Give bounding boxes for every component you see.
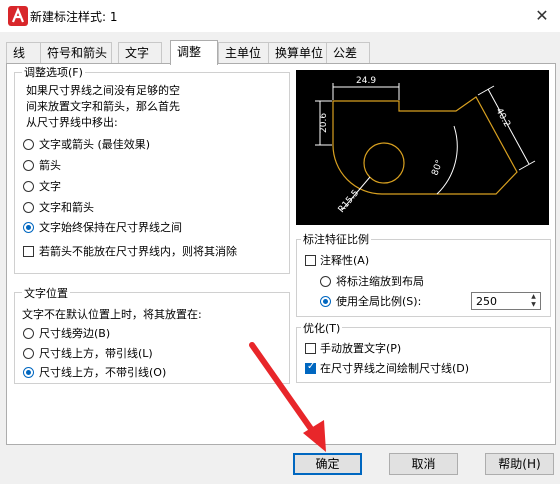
stepper-down-icon[interactable]: ▼ <box>527 301 540 309</box>
preview-dimension-lines <box>315 83 536 211</box>
radio-text-or-arrows-label: 文字或箭头 (最佳效果) <box>39 138 151 151</box>
preview-geometry <box>332 96 518 195</box>
manual-placement-label: 手动放置文字(P) <box>320 342 402 355</box>
dim-text-radius: R15.5 <box>337 188 362 215</box>
radio-scale-to-layout-label: 将标注缩放到布局 <box>336 275 424 288</box>
global-scale-value: 250 <box>476 295 497 308</box>
radio-both-text-arrows[interactable] <box>23 202 34 213</box>
tab-lines[interactable]: 线 <box>6 42 42 63</box>
preview-drawing: 24.9 20.6 40.2 80° R15.5 <box>315 76 536 215</box>
window-title: 新建标注样式: 1 <box>30 10 118 24</box>
draw-dim-line-between-label: 在尺寸界线之间绘制尺寸线(D) <box>320 362 470 375</box>
radio-scale-to-layout[interactable] <box>320 276 331 287</box>
text-placement-title: 文字位置 <box>22 285 70 301</box>
tab-symbols-arrows[interactable]: 符号和箭头 <box>40 42 112 63</box>
text-placement-description: 文字不在默认位置上时，将其放置在: <box>22 308 202 321</box>
radio-over-with-leader-label: 尺寸线上方，带引线(L) <box>39 347 153 360</box>
suppress-arrows-checkbox[interactable] <box>23 246 34 257</box>
close-icon[interactable]: ✕ <box>530 4 554 28</box>
radio-text-or-arrows[interactable] <box>23 139 34 150</box>
suppress-arrows-label: 若箭头不能放在尺寸界线内，则将其消除 <box>39 245 237 258</box>
radio-arrows[interactable] <box>23 160 34 171</box>
annotative-label: 注释性(A) <box>320 254 370 267</box>
radio-text[interactable] <box>23 181 34 192</box>
radio-always-keep-text-between-label: 文字始终保持在尺寸界线之间 <box>39 221 182 234</box>
dim-text-height: 20.6 <box>319 113 329 133</box>
radio-text-label: 文字 <box>39 180 61 193</box>
help-button[interactable]: 帮助(H) <box>485 453 554 475</box>
fit-description-line-1: 如果尺寸界线之间没有足够的空 <box>26 84 180 97</box>
radio-global-scale[interactable] <box>320 296 331 307</box>
dim-text-angle: 80° <box>430 159 445 177</box>
manual-placement-checkbox[interactable] <box>305 343 316 354</box>
cancel-button[interactable]: 取消 <box>389 453 458 475</box>
draw-dim-line-between-checkbox[interactable] <box>305 361 316 374</box>
tab-primary-units[interactable]: 主单位 <box>218 42 274 63</box>
radio-beside-dim-line-label: 尺寸线旁边(B) <box>39 327 111 340</box>
fit-description-line-2: 间来放置文字和箭头，那么首先 <box>26 100 180 113</box>
fit-options-title: 调整选项(F) <box>22 64 85 80</box>
radio-beside-dim-line[interactable] <box>23 328 34 339</box>
tab-alternate-units[interactable]: 换算单位 <box>268 42 334 63</box>
radio-over-without-leader-label: 尺寸线上方，不带引线(O) <box>39 366 167 379</box>
tab-fit[interactable]: 调整 <box>170 40 218 65</box>
radio-over-without-leader[interactable] <box>23 367 34 378</box>
radio-over-with-leader[interactable] <box>23 348 34 359</box>
tab-tolerances[interactable]: 公差 <box>326 42 370 63</box>
dim-text-slant: 40.2 <box>493 107 511 129</box>
scale-title: 标注特征比例 <box>301 231 371 247</box>
fine-tuning-title: 优化(T) <box>301 320 343 336</box>
fit-description-line-3: 从尺寸界线中移出: <box>26 116 118 129</box>
annotative-checkbox[interactable] <box>305 255 316 266</box>
radio-both-text-arrows-label: 文字和箭头 <box>39 201 94 214</box>
radio-always-keep-text-between[interactable] <box>23 222 34 233</box>
radio-arrows-label: 箭头 <box>39 159 61 172</box>
stepper-up-icon[interactable]: ▲ <box>527 293 540 301</box>
ok-button[interactable]: 确定 <box>293 453 362 475</box>
global-scale-stepper[interactable]: 250 ▲ ▼ <box>471 292 541 310</box>
tab-text[interactable]: 文字 <box>118 42 162 63</box>
autocad-logo-icon <box>8 6 28 26</box>
dim-text-width: 24.9 <box>356 76 376 86</box>
dimension-preview: 24.9 20.6 40.2 80° R15.5 <box>296 70 549 225</box>
radio-global-scale-label: 使用全局比例(S): <box>336 295 422 308</box>
